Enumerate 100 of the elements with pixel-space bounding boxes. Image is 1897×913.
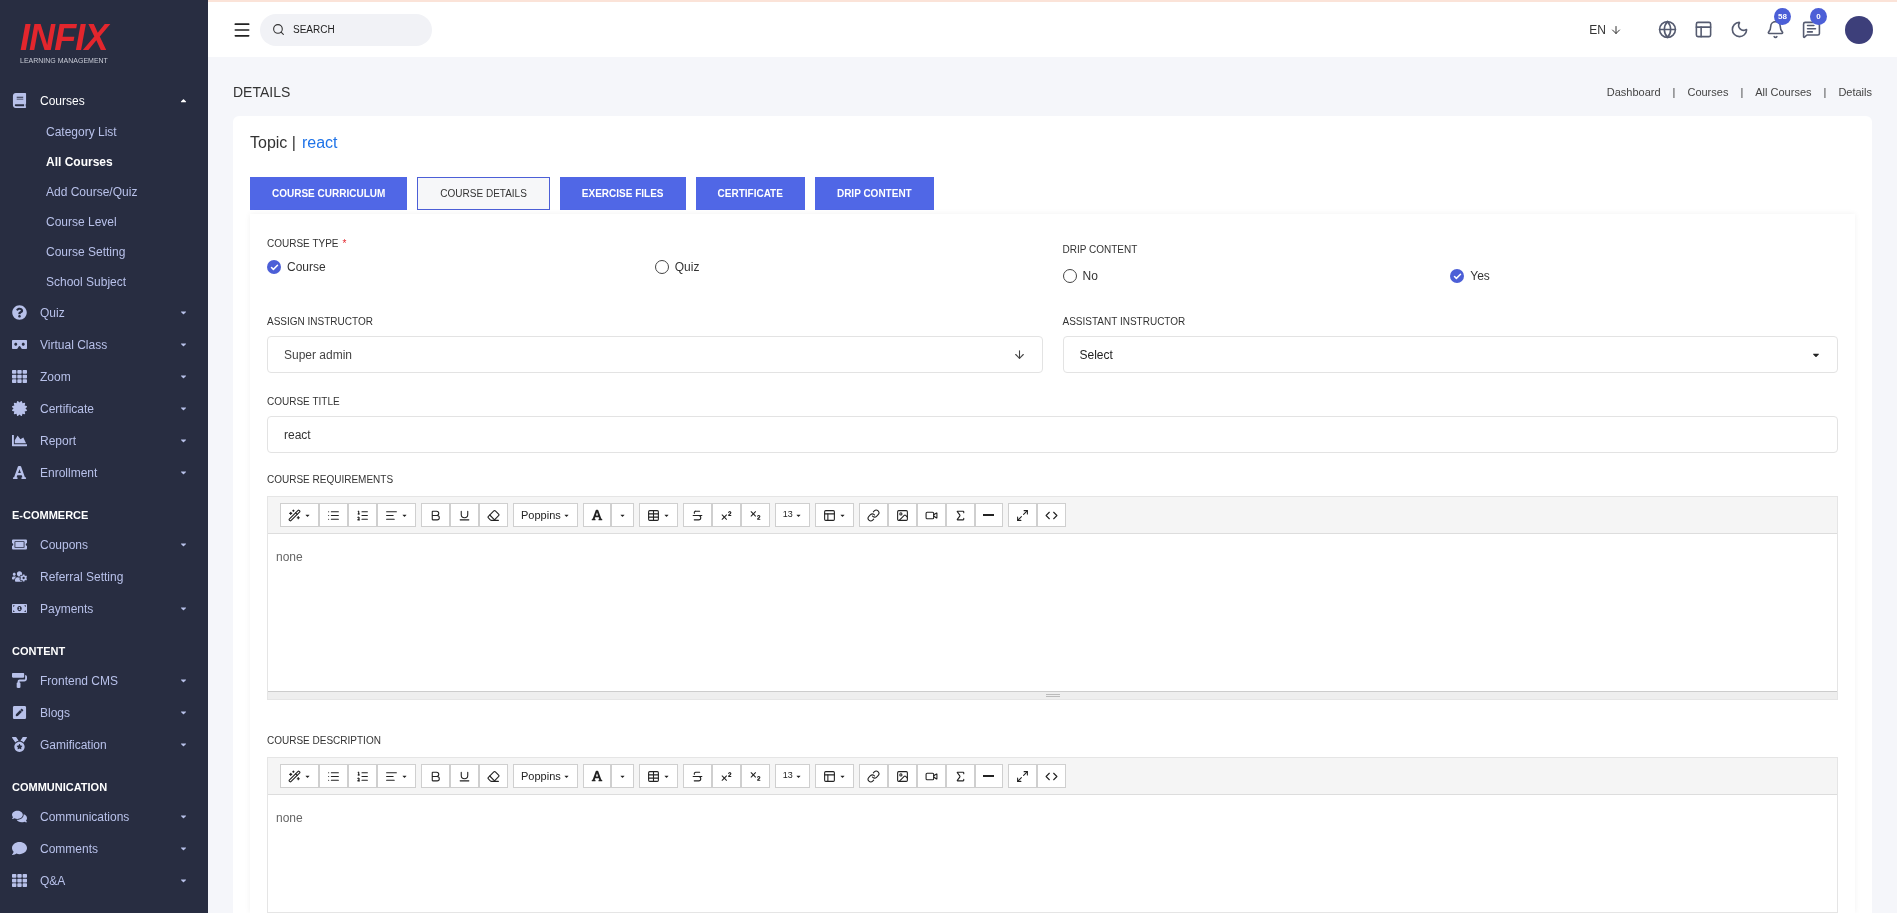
sigma-button[interactable] — [945, 503, 975, 527]
bold-button[interactable] — [421, 503, 450, 527]
submenu-item[interactable]: All Courses — [46, 152, 113, 171]
editor-content: none — [276, 811, 303, 825]
numbered-list-button[interactable] — [348, 503, 377, 527]
caret-down-icon — [179, 340, 188, 349]
radio-button[interactable] — [1450, 269, 1465, 283]
sidebar-item[interactable]: Communications — [0, 800, 208, 833]
sidebar-item[interactable]: Enrollment — [0, 456, 208, 489]
sidebar-item[interactable]: Courses — [0, 84, 208, 117]
font-size-dropdown[interactable]: 13 — [774, 503, 810, 527]
caret-down-icon — [179, 468, 188, 477]
magic-wand-button[interactable] — [280, 503, 319, 527]
tab[interactable]: COURSE CURRICULUM — [250, 177, 408, 210]
bullet-list-button[interactable] — [319, 764, 348, 788]
link-button[interactable] — [858, 764, 888, 788]
fullscreen-button[interactable] — [1007, 503, 1037, 527]
sidebar-item[interactable]: Payments — [0, 592, 208, 625]
globe-icon[interactable] — [1658, 20, 1677, 39]
font-dropdown[interactable]: Poppins — [513, 503, 578, 527]
search-field[interactable]: SEARCH — [260, 13, 432, 46]
resize-handle[interactable] — [268, 691, 1837, 699]
eraser-button[interactable] — [479, 503, 508, 527]
line-height-button[interactable] — [814, 764, 854, 788]
table-button[interactable] — [638, 503, 678, 527]
sigma-button[interactable] — [945, 764, 975, 788]
assistant-select[interactable]: Select — [1062, 336, 1838, 373]
superscript-button[interactable] — [711, 503, 741, 527]
sidebar-item[interactable]: Certificate — [0, 392, 208, 425]
sidebar-item[interactable]: Q&A — [0, 864, 208, 897]
numbered-list-button[interactable] — [348, 764, 377, 788]
fullscreen-button[interactable] — [1007, 764, 1037, 788]
image-button[interactable] — [887, 764, 917, 788]
avatar[interactable] — [1845, 15, 1873, 44]
line-height-button[interactable] — [814, 503, 854, 527]
tab[interactable]: EXERCISE FILES — [559, 177, 686, 210]
sidebar-item[interactable]: Virtual Class — [0, 328, 208, 361]
underline-button[interactable] — [450, 503, 479, 527]
moon-icon[interactable] — [1730, 20, 1749, 39]
magic-wand-button[interactable] — [280, 764, 319, 788]
submenu-item[interactable]: Course Level — [46, 212, 117, 231]
submenu-item[interactable]: Category List — [46, 122, 117, 141]
search-input[interactable]: SEARCH — [293, 22, 413, 37]
text-color-button[interactable] — [582, 503, 611, 527]
submenu-item[interactable]: School Subject — [46, 272, 127, 291]
language-selector[interactable]: EN — [1589, 20, 1622, 39]
font-size-dropdown[interactable]: 13 — [774, 764, 810, 788]
submenu-item[interactable]: Add Course/Quiz — [46, 182, 138, 201]
horizontal-rule-button[interactable] — [974, 764, 1003, 788]
breadcrumb-link[interactable]: Courses — [1687, 83, 1729, 101]
message-icon[interactable] — [1802, 20, 1821, 39]
image-icon — [895, 508, 909, 522]
search-icon — [272, 23, 285, 36]
superscript-button[interactable] — [711, 764, 741, 788]
code-view-button[interactable] — [1036, 503, 1066, 527]
video-button[interactable] — [916, 764, 946, 788]
sidebar-item[interactable]: Coupons — [0, 528, 208, 561]
underline-button[interactable] — [450, 764, 479, 788]
tab[interactable]: COURSE DETAILS — [417, 177, 550, 210]
tab[interactable]: CERTIFICATE — [695, 177, 805, 210]
eraser-button[interactable] — [479, 764, 508, 788]
horizontal-rule-button[interactable] — [974, 503, 1003, 527]
subscript-button[interactable] — [740, 503, 770, 527]
eraser-icon — [487, 508, 500, 522]
submenu-item[interactable]: Course Setting — [46, 242, 126, 261]
bullet-list-button[interactable] — [319, 503, 348, 527]
video-button[interactable] — [916, 503, 946, 527]
layout-icon[interactable] — [1694, 20, 1713, 39]
strikethrough-button[interactable] — [682, 764, 712, 788]
breadcrumb-link[interactable]: Dashboard — [1606, 83, 1661, 101]
caret-down-icon — [179, 844, 188, 853]
tab[interactable]: DRIP CONTENT — [814, 177, 934, 210]
field-label: COURSE DESCRIPTION — [267, 734, 381, 748]
table-button[interactable] — [638, 764, 678, 788]
align-button[interactable] — [377, 764, 416, 788]
breadcrumb-link[interactable]: All Courses — [1755, 83, 1812, 101]
color-dropdown-button[interactable] — [610, 503, 634, 527]
align-button[interactable] — [377, 503, 416, 527]
image-button[interactable] — [887, 503, 917, 527]
bold-button[interactable] — [421, 764, 450, 788]
instructor-select[interactable]: Super admin — [267, 336, 1043, 373]
sidebar-item-label: Enrollment — [40, 464, 98, 482]
sidebar-item[interactable]: Referral Setting — [0, 560, 208, 593]
code-view-button[interactable] — [1036, 764, 1066, 788]
strikethrough-button[interactable] — [682, 503, 712, 527]
radio-button[interactable] — [267, 260, 281, 274]
sidebar-item[interactable]: Frontend CMS — [0, 664, 208, 697]
sidebar-item[interactable]: Gamification — [0, 728, 208, 761]
sidebar-item[interactable]: Report — [0, 424, 208, 457]
subscript-button[interactable] — [740, 764, 770, 788]
text-color-button[interactable] — [582, 764, 611, 788]
sidebar-item[interactable]: Comments — [0, 832, 208, 865]
link-button[interactable] — [858, 503, 888, 527]
sidebar-item[interactable]: Blogs — [0, 696, 208, 729]
color-dropdown-button[interactable] — [610, 764, 634, 788]
font-dropdown[interactable]: Poppins — [513, 764, 578, 788]
bell-icon[interactable] — [1766, 20, 1785, 39]
sidebar-item[interactable]: Zoom — [0, 360, 208, 393]
sidebar-item[interactable]: Quiz — [0, 296, 208, 329]
course-title-field[interactable]: react — [267, 416, 1838, 453]
